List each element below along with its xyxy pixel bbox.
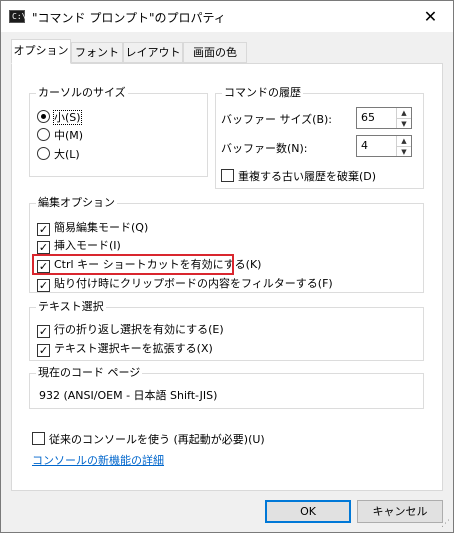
radio-cursor-medium[interactable]: 中(M) [37,128,83,143]
spinner-arrows: ▲ ▼ [396,136,411,156]
codepage-title: 現在のコード ページ [36,366,143,380]
unchecked-box-icon [32,432,45,445]
quick-edit-checkbox[interactable]: ✓ 簡易編集モード(Q) [37,220,148,236]
buffer-count-label: バッファー数(N): [221,142,308,155]
command-history-title: コマンドの履歴 [222,86,303,100]
extended-selection-keys-checkbox[interactable]: ✓ テキスト選択キーを拡張する(X) [37,341,213,357]
legacy-console-label: 従来のコンソールを使う (再起動が必要)(U) [49,433,265,446]
radio-selected-icon [37,110,50,123]
title-bar: C:\ "コマンド プロンプト"のプロパティ ✕ [1,1,453,32]
checked-box-icon: ✓ [37,279,50,292]
discard-duplicates-label: 重複する古い履歴を破棄(D) [238,170,377,183]
window-title: "コマンド プロンプト"のプロパティ [32,11,226,25]
radio-cursor-small-label: 小(S) [53,110,82,125]
quick-edit-label: 簡易編集モード(Q) [54,221,149,234]
spinner-arrows: ▲ ▼ [396,108,411,128]
highlight-box [32,254,234,275]
tab-layout[interactable]: レイアウト [123,42,183,63]
properties-dialog: C:\ "コマンド プロンプト"のプロパティ ✕ オプション フォント レイアウ… [0,0,454,533]
cmd-app-icon: C:\ [9,10,26,23]
buffer-size-label: バッファー サイズ(B): [221,113,333,126]
buffer-size-spinner[interactable]: 65 ▲ ▼ [356,107,412,129]
new-features-link[interactable]: コンソールの新機能の詳細 [32,452,164,468]
checked-box-icon: ✓ [37,241,50,254]
spin-up-icon[interactable]: ▲ [397,108,411,118]
tab-font[interactable]: フォント [71,42,123,63]
radio-unselected-icon [37,128,50,141]
radio-cursor-medium-label: 中(M) [54,129,84,142]
edit-options-title: 編集オプション [36,196,117,210]
spin-down-icon[interactable]: ▼ [397,146,411,156]
checked-box-icon: ✓ [37,223,50,236]
tab-options[interactable]: オプション [11,39,71,64]
text-selection-title: テキスト選択 [36,300,106,314]
extended-selection-keys-label: テキスト選択キーを拡張する(X) [54,342,213,355]
line-wrap-selection-label: 行の折り返し選択を有効にする(E) [54,323,224,336]
filter-clipboard-label: 貼り付け時にクリップボードの内容をフィルターする(F) [54,277,333,290]
checked-box-icon: ✓ [37,325,50,338]
radio-cursor-large[interactable]: 大(L) [37,147,80,162]
cursor-size-title: カーソルのサイズ [36,86,128,100]
legacy-console-checkbox[interactable]: 従来のコンソールを使う (再起動が必要)(U) [32,432,265,447]
filter-clipboard-checkbox[interactable]: ✓ 貼り付け時にクリップボードの内容をフィルターする(F) [37,276,333,292]
cancel-button[interactable]: キャンセル [357,500,443,523]
discard-duplicates-checkbox[interactable]: 重複する古い履歴を破棄(D) [221,169,376,184]
checked-box-icon: ✓ [37,344,50,357]
ok-button[interactable]: OK [265,500,351,523]
buffer-count-spinner[interactable]: 4 ▲ ▼ [356,135,412,157]
close-button[interactable]: ✕ [408,1,453,32]
spin-down-icon[interactable]: ▼ [397,118,411,128]
radio-unselected-icon [37,147,50,160]
radio-cursor-large-label: 大(L) [54,148,80,161]
buffer-size-value: 65 [361,111,375,124]
unchecked-box-icon [221,169,234,182]
tab-colors[interactable]: 画面の色 [183,42,247,63]
spin-up-icon[interactable]: ▲ [397,136,411,146]
insert-mode-checkbox[interactable]: ✓ 挿入モード(I) [37,238,121,254]
radio-cursor-small[interactable]: 小(S) [37,110,82,125]
codepage-value: 932 (ANSI/OEM - 日本語 Shift-JIS) [39,389,218,402]
insert-mode-label: 挿入モード(I) [54,239,121,252]
line-wrap-selection-checkbox[interactable]: ✓ 行の折り返し選択を有効にする(E) [37,322,224,338]
buffer-count-value: 4 [361,139,368,152]
resize-grip-icon[interactable]: ⋰ [441,519,450,529]
